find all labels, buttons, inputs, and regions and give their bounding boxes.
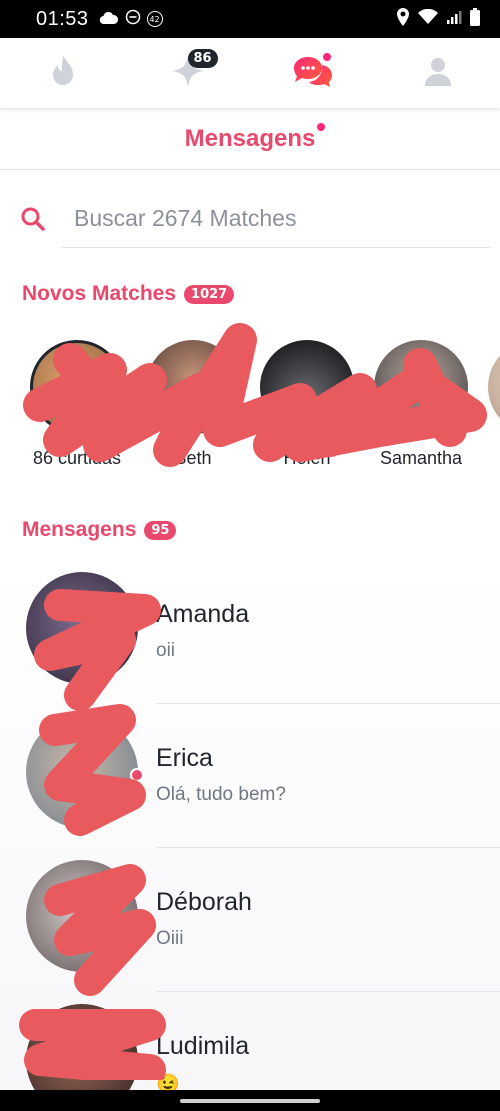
search-field — [62, 190, 490, 248]
nav-likes-button[interactable]: 86 — [158, 43, 218, 103]
match-item-samantha[interactable]: Samantha — [366, 340, 476, 469]
likes-count-badge: 86 — [187, 49, 218, 68]
message-row-erica[interactable]: Erica Olá, tudo bem? — [0, 704, 500, 848]
match-item-beth[interactable]: Beth — [138, 340, 248, 469]
nav-messages-unread-dot — [322, 53, 331, 61]
match-item-likes[interactable]: 86 curtidas — [22, 340, 132, 469]
home-gesture-handle[interactable] — [180, 1098, 320, 1103]
unread-indicator-dot — [130, 768, 144, 782]
location-icon — [396, 7, 410, 31]
avatar — [30, 340, 124, 434]
message-preview: Oiii — [156, 928, 184, 949]
page-header: Mensagens — [0, 108, 500, 170]
avatar — [260, 340, 354, 434]
match-item-partial[interactable] — [480, 340, 500, 434]
avatar — [146, 340, 240, 434]
contact-name: Erica — [156, 744, 213, 772]
system-navigation-bar — [0, 1090, 500, 1111]
new-matches-count-badge: 1027 — [184, 284, 235, 304]
flame-icon — [48, 53, 78, 93]
avatar — [26, 716, 138, 828]
search-input[interactable] — [74, 205, 490, 232]
do-not-disturb-icon — [125, 8, 141, 30]
title-unread-dot — [317, 122, 326, 131]
new-matches-carousel[interactable]: 86 curtidas Beth Helen Samantha — [0, 340, 500, 490]
message-row-ludimila[interactable]: Ludimila 😉 — [0, 992, 500, 1090]
wifi-icon — [418, 8, 438, 30]
page-title: Mensagens — [184, 122, 326, 153]
avatar — [488, 340, 500, 434]
page-title-text: Mensagens — [184, 124, 316, 152]
message-preview: oii — [156, 640, 176, 661]
message-row-deborah[interactable]: Déborah Oiii — [0, 848, 500, 992]
message-row-amanda[interactable]: Amanda oii — [0, 560, 500, 704]
status-time: 01:53 — [36, 7, 89, 30]
nav-messages-button[interactable] — [283, 43, 343, 103]
contact-name: Amanda — [156, 600, 250, 628]
contact-name: Déborah — [156, 888, 252, 916]
search-bar — [20, 190, 490, 248]
messages-list[interactable]: Amanda oii Erica Olá, tudo bem? Déborah … — [0, 560, 500, 1090]
match-name: Samantha — [379, 448, 463, 468]
messages-label: Mensagens — [22, 518, 137, 541]
match-name: Beth — [174, 448, 212, 468]
match-item-helen[interactable]: Helen — [252, 340, 362, 469]
avatar — [26, 572, 138, 684]
notification-count-badge: 42 — [146, 11, 163, 27]
signal-icon — [446, 8, 462, 30]
new-matches-header: Novos Matches 1027 — [22, 282, 235, 306]
avatar — [26, 860, 138, 972]
message-preview: Olá, tudo bem? — [156, 784, 286, 805]
match-name: 86 curtidas — [32, 448, 122, 468]
cloud-icon — [99, 8, 119, 30]
messages-header: Mensagens 95 — [22, 518, 177, 542]
message-preview: 😉 — [156, 1074, 180, 1090]
messages-count-badge: 95 — [144, 520, 177, 540]
nav-profile-button[interactable] — [408, 43, 468, 103]
nav-discover-button[interactable] — [33, 43, 93, 103]
avatar — [26, 1004, 138, 1090]
new-matches-label: Novos Matches — [22, 282, 177, 305]
match-name: Helen — [283, 448, 331, 468]
contact-name: Ludimila — [156, 1032, 250, 1060]
avatar — [374, 340, 468, 434]
search-icon[interactable] — [20, 206, 62, 232]
profile-icon — [424, 56, 451, 90]
status-bar: 01:53 42 — [0, 0, 500, 38]
battery-icon — [470, 7, 480, 31]
top-navigation: 86 — [0, 38, 500, 108]
